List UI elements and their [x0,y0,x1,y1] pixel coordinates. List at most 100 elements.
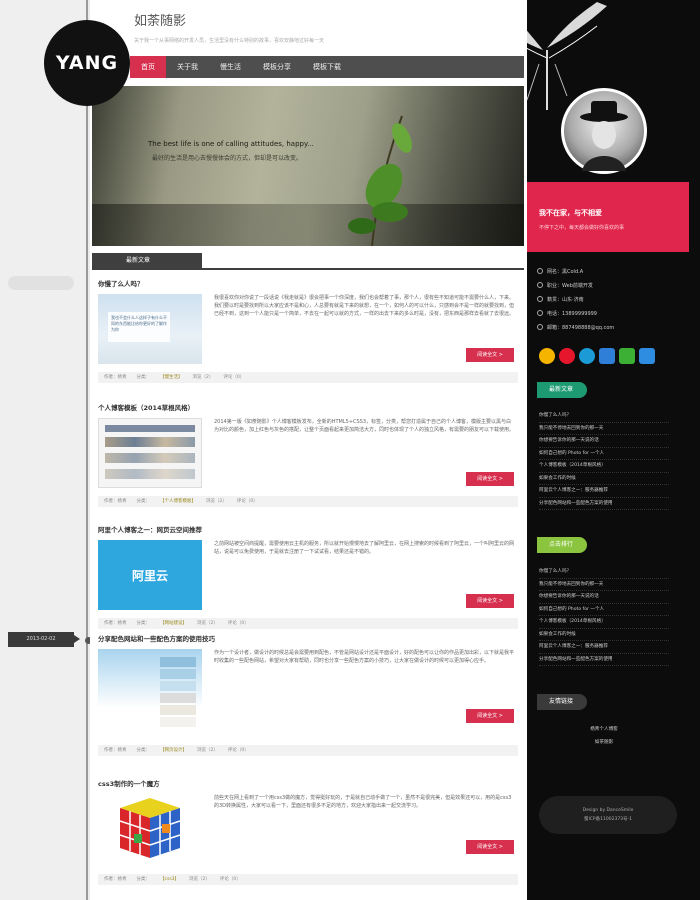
renren-icon[interactable] [599,348,615,364]
rubiks-cube-icon [119,798,181,858]
mail-icon [537,324,543,330]
meta-category-label: 分类： [136,877,151,882]
author-tagline: 我不在家，与不相爱 [539,209,602,217]
meta-category-label: 分类： [136,375,151,380]
widget-link[interactable]: 我只能不停地去回到你的那一天 [539,423,669,435]
more-share-icon[interactable] [639,348,655,364]
section-divider [92,268,524,270]
nav-item-template-download[interactable]: 模板下载 [302,56,352,78]
widget-link[interactable]: 你想要告诉你的那一天说的话 [539,591,669,604]
post-excerpt: 前些天在网上看到了一个用css3做的魔方，觉得挺好玩的，于是就自己动手做了一个，… [214,795,512,809]
footer-credit: Design by DanceSmile 蜀ICP备11002373号-1 [539,796,677,834]
nav-item-about[interactable]: 关于我 [166,56,209,78]
read-more-button[interactable]: 阅读全文 > [466,348,514,362]
post-thumbnail[interactable]: 阿里云 [98,540,202,610]
color-swatch [160,657,196,667]
meta-author: 作者：杨青 [104,748,127,753]
widget-list-latest: 你慢了么人吗？ 我只能不停地去回到你的那一天 你想要告诉你的那一天说的话 如何自… [539,410,669,510]
post-title[interactable]: 你慢了么人吗？ [98,278,144,288]
post-thumbnail[interactable]: 我也不会什么人这样子有什么不同的东西能比给你更好的了解作为你 [98,294,202,364]
author-tagline-band: 我不在家，与不相爱 不停下之中，每天都会做好你喜欢的事 [527,182,689,252]
qq-zone-icon[interactable] [579,348,595,364]
widget-link[interactable]: 你慢了么人吗？ [539,566,669,579]
widget-link[interactable]: 如果会工作的时候 [539,629,669,641]
color-swatch [160,705,196,715]
post-title[interactable]: 分享配色网站和一些配色方案的使用技巧 [98,633,215,643]
nav-item-template-share[interactable]: 模板分享 [252,56,302,78]
widget-link[interactable]: 如何自己想的 Photo for 一个人 [539,448,669,460]
post-title[interactable]: css3制作的一个魔方 [98,778,160,788]
post-meta: 作者：杨青 分类： 【css3】 浏览（2） 评论（0） [98,874,518,885]
meta-category[interactable]: 【网站建设】 [160,618,187,629]
banner-quote-cn: 最好的生活是用心去慢慢体会的方式，但却是可以改变。 [152,155,303,162]
thumbnail-bar [105,425,195,432]
site-description: 关于我一个从事网络的开发人员，生活里没有什么特别的故事，喜欢安静地过好每一天 [134,38,325,44]
weibo-icon[interactable] [559,348,575,364]
friend-link[interactable]: 杨青个人博客 [539,724,669,737]
meta-comments[interactable]: 评论（0） [228,745,249,756]
meta-comments[interactable]: 评论（0） [237,496,258,507]
widget-link[interactable]: 分享配色网站和一些配色方案的使用 [539,654,669,666]
briefcase-icon [537,282,543,288]
post-item: 分享配色网站和一些配色方案的使用技巧 作为一个设计者，做设计的时候总是会需要用到… [98,633,518,756]
meta-author: 作者：杨青 [104,499,127,504]
hat-figure-icon [580,101,628,171]
aliyun-logo: 阿里云 [131,568,168,583]
info-text: 籍贯：山东·济南 [547,296,584,303]
thumbnail-caption: 我也不会什么人这样子有什么不同的东西能比给你更好的了解作为你 [108,312,170,342]
info-row-hometown: 籍贯：山东·济南 [537,292,614,306]
read-more-button[interactable]: 阅读全文 > [466,709,514,723]
widget-link[interactable]: 个人博客模板（2014草根风格） [539,460,669,473]
banner-quote-en: The best life is one of calling attitude… [148,140,314,148]
nav-item-home[interactable]: 首页 [130,56,166,78]
friend-link[interactable]: 如荼随影 [539,737,669,750]
meta-author: 作者：杨青 [104,375,127,380]
info-row-email: 邮箱：887498888@qq.com [537,320,614,334]
meta-views: 浏览（2） [197,621,218,626]
widget-link[interactable]: 如何自己想的 Photo for 一个人 [539,604,669,616]
credit-icp[interactable]: 蜀ICP备11002373号-1 [539,815,677,824]
widget-link[interactable]: 我只能不停地去回到你的那一天 [539,579,669,591]
meta-category[interactable]: 【css3】 [160,874,179,885]
site-title[interactable]: 如荼随影 [134,10,186,29]
widget-list-popular: 你慢了么人吗？ 我只能不停地去回到你的那一天 你想要告诉你的那一天说的话 如何自… [539,566,669,666]
nav-item-slow-life[interactable]: 慢生活 [209,56,252,78]
color-swatch [160,693,196,703]
meta-category[interactable]: 【个人博客模板】 [160,496,196,507]
thumbnail-strip [105,453,195,463]
read-more-button[interactable]: 阅读全文 > [466,594,514,608]
post-item: 个人博客模板（2014草根风格） 2014第一版《如荼随影》个人博客模板发布，全… [98,402,518,507]
widget-link[interactable]: 个人博客模板（2014草根风格） [539,616,669,629]
post-title[interactable]: 阿里个人博客之一：网页云空间推荐 [98,524,202,534]
meta-views: 浏览（2） [197,748,218,753]
star-share-icon[interactable] [539,348,555,364]
widget-link[interactable]: 分享配色网站和一些配色方案的使用 [539,498,669,510]
widget-link[interactable]: 你慢了么人吗？ [539,410,669,423]
meta-comments[interactable]: 评论（0） [220,874,241,885]
read-more-button[interactable]: 阅读全文 > [466,472,514,486]
main-column: 如荼随影 关于我一个从事网络的开发人员，生活里没有什么特别的故事，喜欢安静地过好… [90,0,527,900]
widget-link[interactable]: 阿里云个人博客之一：服务器推荐 [539,641,669,654]
meta-category[interactable]: 【慢生活】 [160,372,183,383]
meta-author: 作者：杨青 [104,621,127,626]
right-sidebar: 我不在家，与不相爱 不停下之中，每天都会做好你喜欢的事 网名：黑Cold.A 职… [487,0,700,900]
post-thumbnail[interactable] [98,649,202,733]
widget-link[interactable]: 如果会工作的时候 [539,473,669,485]
site-logo[interactable]: YANG [44,20,130,106]
post-meta: 作者：杨青 分类： 【个人博客模板】 浏览（2） 评论（0） [98,496,518,507]
credit-design[interactable]: Design by DanceSmile [539,806,677,815]
gutter-marker [8,276,74,290]
read-more-button[interactable]: 阅读全文 > [466,840,514,854]
widget-link[interactable]: 阿里云个人博客之一：服务器推荐 [539,485,669,498]
meta-category[interactable]: 【网页设计】 [160,745,187,756]
post-title[interactable]: 个人博客模板（2014草根风格） [98,402,194,412]
post-thumbnail[interactable] [98,418,202,488]
color-swatch [160,669,196,679]
author-avatar[interactable] [561,88,647,174]
meta-comments[interactable]: 评论（0） [223,372,244,383]
post-thumbnail[interactable] [98,794,202,864]
section-tab-latest: 最新文章 [92,253,202,268]
wechat-icon[interactable] [619,348,635,364]
meta-comments[interactable]: 评论（0） [228,618,249,629]
widget-link[interactable]: 你想要告诉你的那一天说的话 [539,435,669,448]
